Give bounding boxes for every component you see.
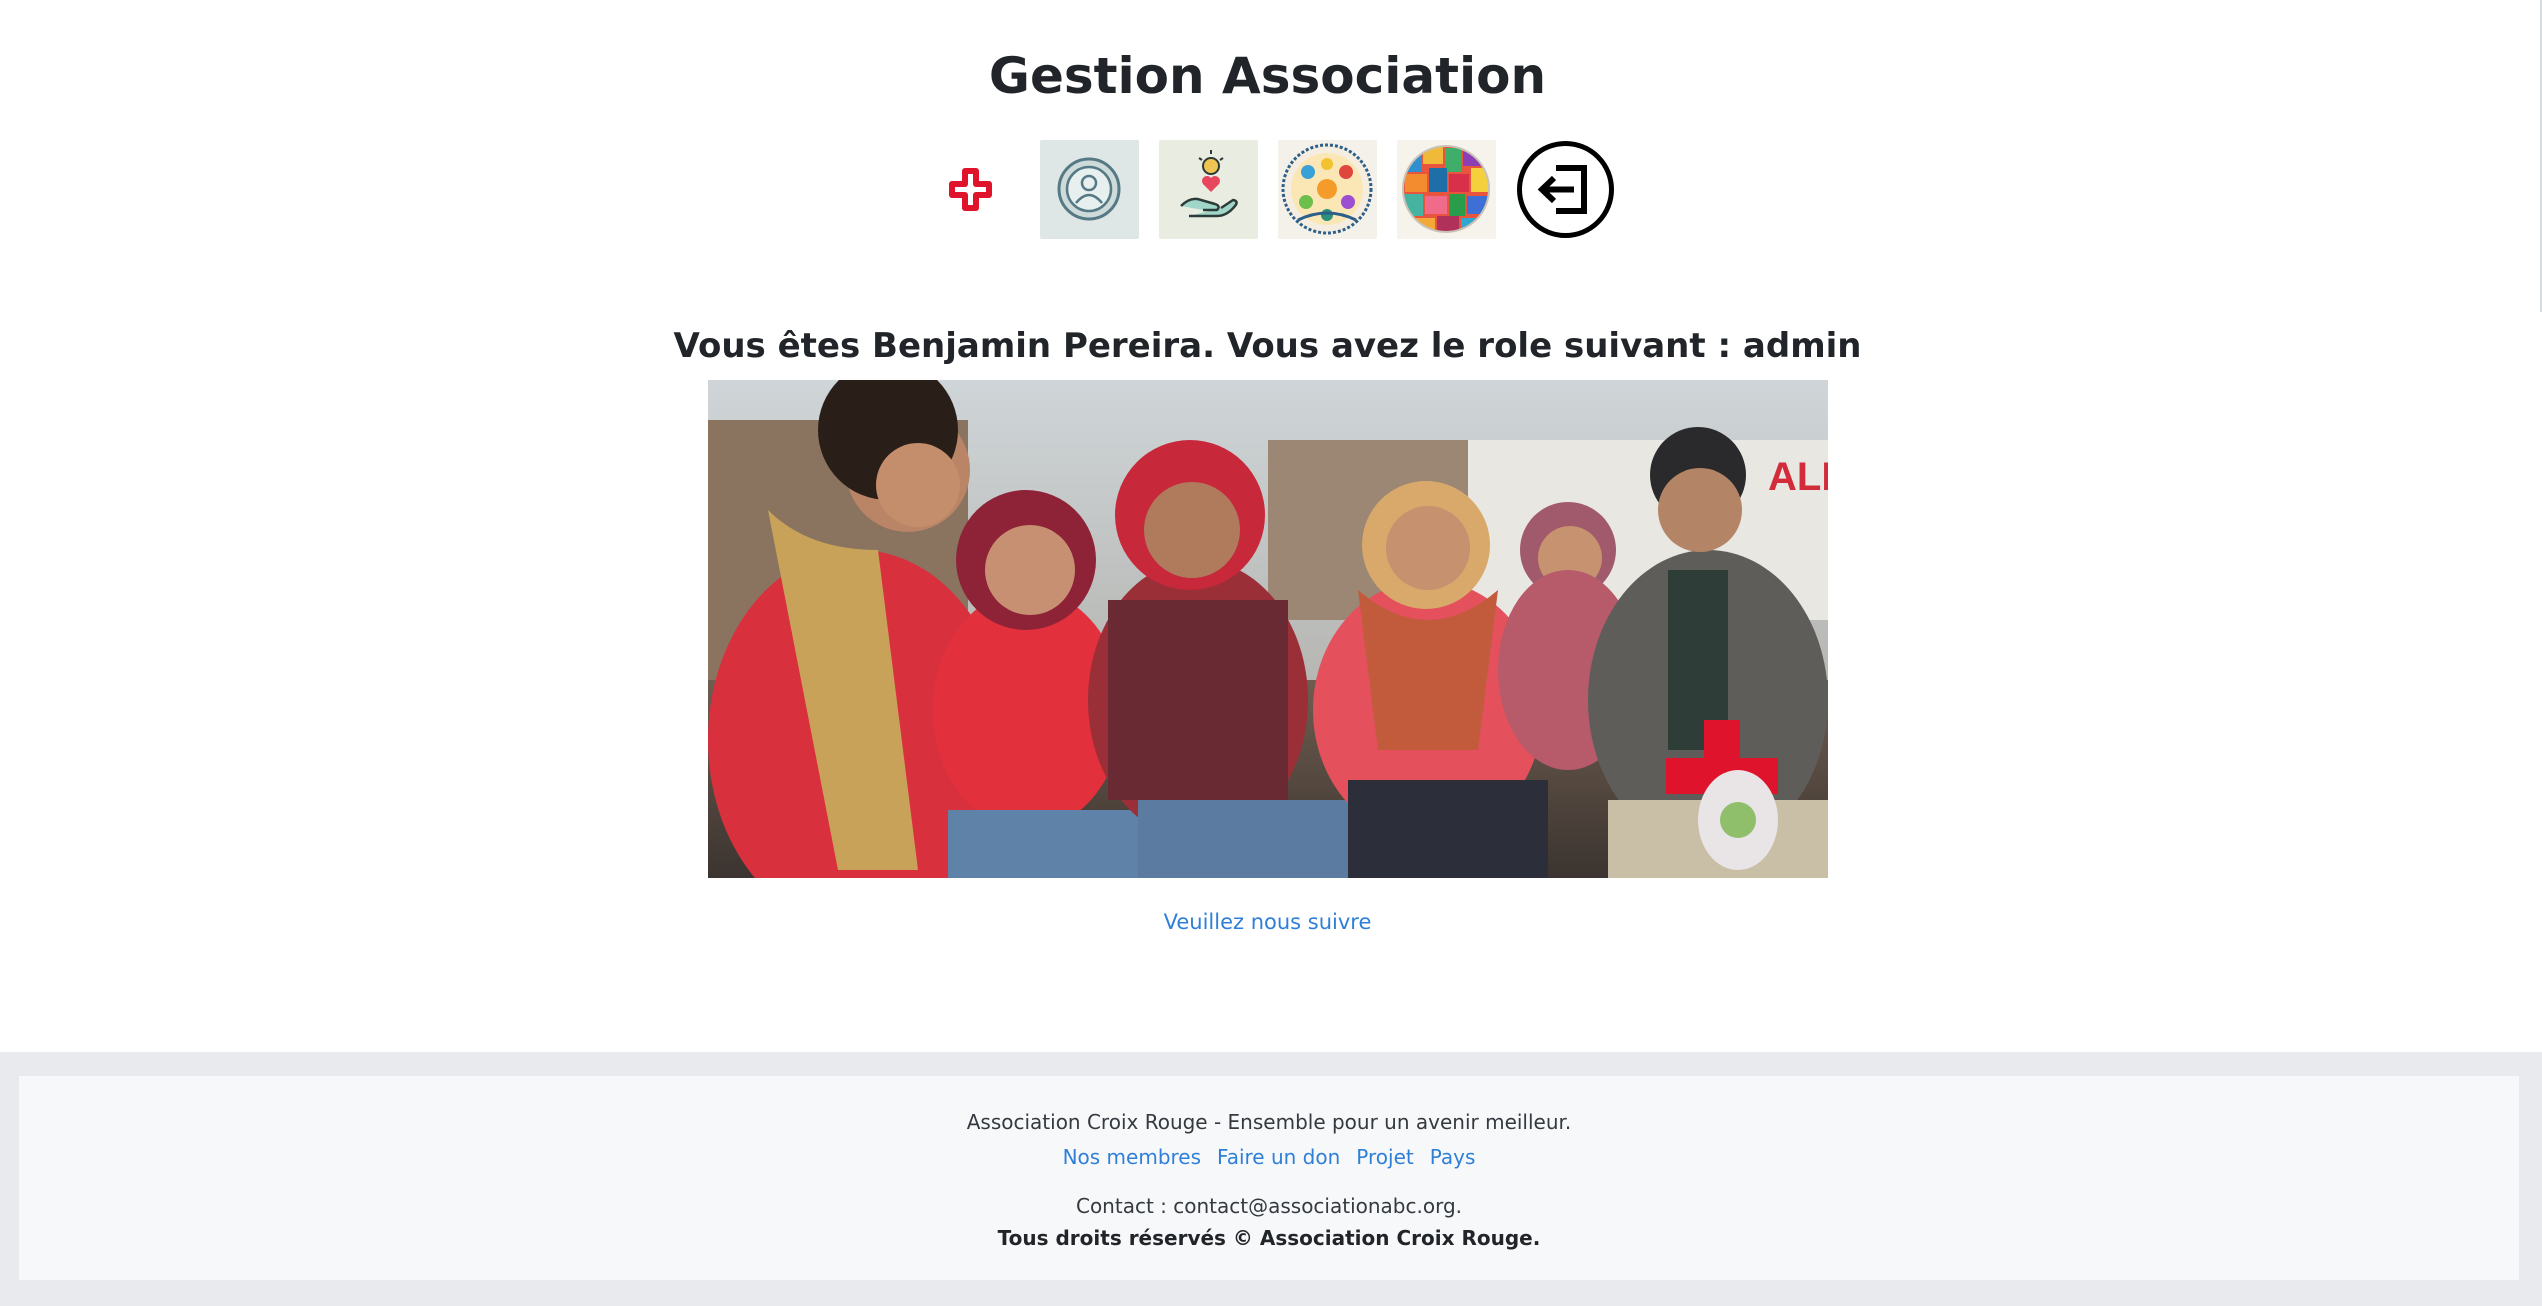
page: Gestion Association Vous êtes Benjamin P…: [0, 0, 2542, 1306]
red-cross-icon[interactable]: [921, 140, 1020, 239]
community-world-icon[interactable]: [1277, 140, 1377, 239]
footer-tagline: Association Croix Rouge - Ensemble pour …: [966, 1110, 1572, 1134]
icon-nav-bar: [0, 140, 2535, 239]
page-title: Gestion Association: [988, 47, 1547, 105]
footer-contact: Contact : contact@associationabc.org.: [1075, 1194, 1463, 1218]
follow-us-link-row: Veuillez nous suivre: [0, 910, 2535, 934]
member-profile-icon[interactable]: [1039, 140, 1139, 239]
footer-copyright: Tous droits réservés © Association Croix…: [997, 1226, 1541, 1250]
logout-icon[interactable]: [1516, 140, 1615, 239]
footer-link-members[interactable]: Nos membres: [1063, 1145, 1201, 1169]
footer: Association Croix Rouge - Ensemble pour …: [19, 1076, 2519, 1280]
follow-us-link[interactable]: Veuillez nous suivre: [1164, 910, 1372, 934]
welcome-message: Vous êtes Benjamin Pereira. Vous avez le…: [673, 326, 1862, 366]
donation-hand-icon[interactable]: [1158, 140, 1258, 239]
footer-link-donate[interactable]: Faire un don: [1217, 1145, 1340, 1169]
svg-text:ALI: ALI: [1768, 455, 1828, 499]
hero-image: ALI: [708, 380, 1828, 878]
footer-link-project[interactable]: Projet: [1356, 1145, 1413, 1169]
footer-link-countries[interactable]: Pays: [1430, 1145, 1476, 1169]
countries-mosaic-icon[interactable]: [1396, 140, 1496, 239]
footer-links: Nos membres Faire un don Projet Pays: [19, 1145, 2519, 1169]
